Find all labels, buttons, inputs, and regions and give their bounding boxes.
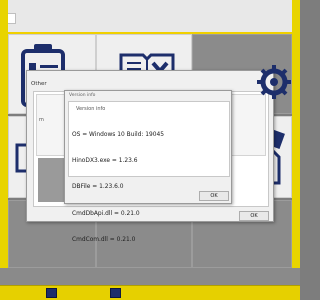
status-button-right[interactable] — [110, 288, 121, 298]
version-info-group: Version info OS = Windows 10 Build: 1904… — [68, 101, 230, 243]
version-group-label: Version info — [75, 106, 107, 112]
other-dialog-title: Other — [31, 81, 47, 87]
other-ok-button[interactable]: OK — [239, 211, 269, 221]
status-bar — [0, 285, 300, 300]
version-line: HinoDX3.exe = 1.23.6 — [72, 157, 138, 164]
left-group-label: m — [39, 117, 44, 123]
app-window: ✕ — [0, 0, 300, 300]
gears-icon — [257, 65, 291, 99]
version-line: DBFile = 1.23.6.0 — [72, 184, 124, 191]
version-line: CmdDbApi.dll = 0.21.0 — [72, 210, 140, 217]
bottom-panel — [0, 268, 300, 286]
version-lines: OS = Windows 10 Build: 19045 HinoDX3.exe… — [72, 113, 164, 263]
version-dialog: Version info Version info OS = Windows 1… — [64, 90, 232, 243]
left-group: m — [36, 94, 66, 156]
right-accent-strip — [292, 0, 300, 268]
status-button-left[interactable] — [46, 288, 57, 298]
version-line: CmdCom.dll = 0.21.0 — [72, 237, 136, 244]
left-accent-strip — [0, 0, 8, 268]
version-line: OS = Windows 10 Build: 19045 — [72, 131, 164, 138]
top-bar: ✕ — [0, 0, 300, 34]
version-dialog-title: Version info — [69, 93, 96, 98]
version-ok-button[interactable]: OK — [199, 191, 229, 201]
